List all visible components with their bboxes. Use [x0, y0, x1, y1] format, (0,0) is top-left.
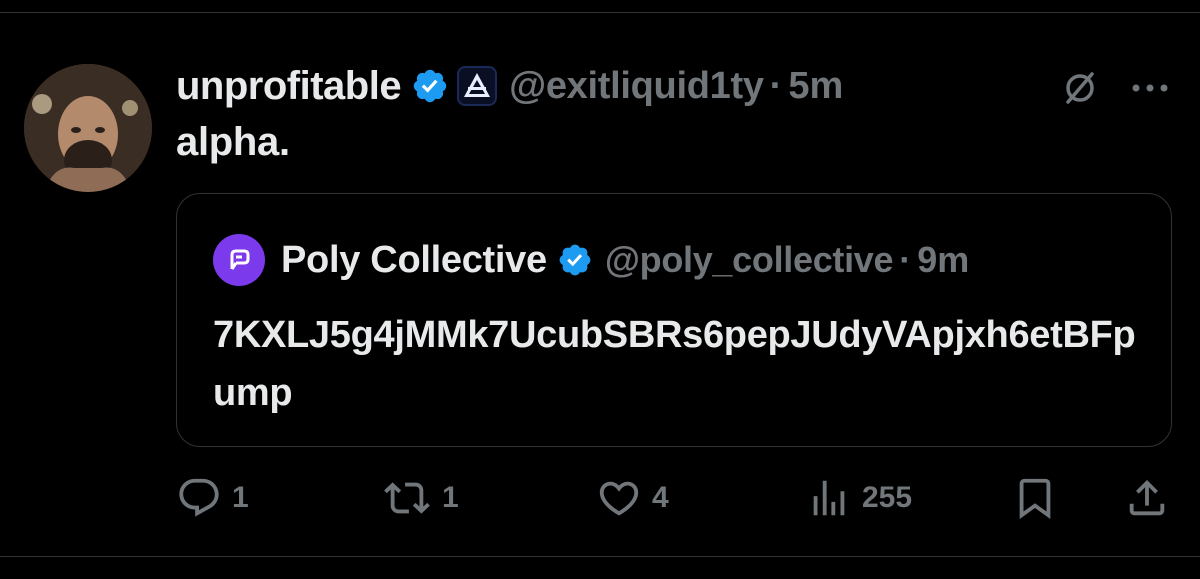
author-display-name[interactable]: unprofitable	[176, 64, 402, 109]
more-icon	[1132, 84, 1168, 92]
reply-button[interactable]: 1	[176, 472, 249, 524]
quoted-timestamp[interactable]: 9m	[917, 239, 969, 281]
bookmark-icon	[1019, 478, 1051, 519]
views-icon	[813, 480, 845, 516]
views-button[interactable]: 255	[806, 472, 912, 524]
quoted-tweet-text: 7KXLJ5g4jMMk7UcubSBRs6pepJUdyVApjxh6etBF…	[213, 314, 1136, 414]
separator-dot: ·	[899, 239, 912, 280]
views-count: 255	[862, 481, 913, 514]
repost-icon	[384, 482, 430, 514]
reply-count: 1	[232, 481, 249, 514]
affiliate-logo-icon[interactable]	[457, 66, 498, 106]
tweet-header: unprofitable @exitliquid1ty · 5m	[176, 62, 843, 110]
quoted-handle[interactable]: @poly_collective	[605, 239, 894, 281]
heart-icon	[599, 481, 639, 516]
repost-count: 1	[442, 481, 459, 514]
verified-badge-icon[interactable]	[411, 67, 449, 105]
grok-icon	[1066, 72, 1094, 104]
tweet-text: alpha.	[176, 120, 290, 164]
bottom-divider	[0, 556, 1200, 557]
like-count: 4	[652, 481, 669, 514]
quoted-tweet-header: Poly Collective @poly_collective · 9m	[213, 234, 969, 286]
author-avatar[interactable]	[24, 64, 152, 192]
verified-badge-icon[interactable]	[557, 242, 593, 278]
separator-dot: ·	[769, 64, 783, 107]
quoted-author-avatar[interactable]	[213, 234, 265, 286]
top-divider	[0, 12, 1200, 13]
author-handle[interactable]: @exitliquid1ty	[509, 65, 764, 108]
repost-button[interactable]: 1	[382, 472, 459, 524]
share-button[interactable]	[1124, 472, 1170, 524]
like-button[interactable]: 4	[596, 472, 669, 524]
tweet-actions-bar: 1 1 4 255	[176, 472, 1172, 524]
quoted-display-name[interactable]: Poly Collective	[281, 239, 547, 282]
reply-icon	[179, 478, 219, 517]
tweet-timestamp[interactable]: 5m	[788, 65, 843, 108]
quoted-tweet-card[interactable]: Poly Collective @poly_collective · 9m 7K…	[176, 193, 1172, 447]
more-options-button[interactable]	[1128, 68, 1172, 108]
share-icon	[1129, 479, 1165, 516]
bookmark-button[interactable]	[1012, 472, 1058, 524]
grok-button[interactable]	[1058, 68, 1102, 108]
